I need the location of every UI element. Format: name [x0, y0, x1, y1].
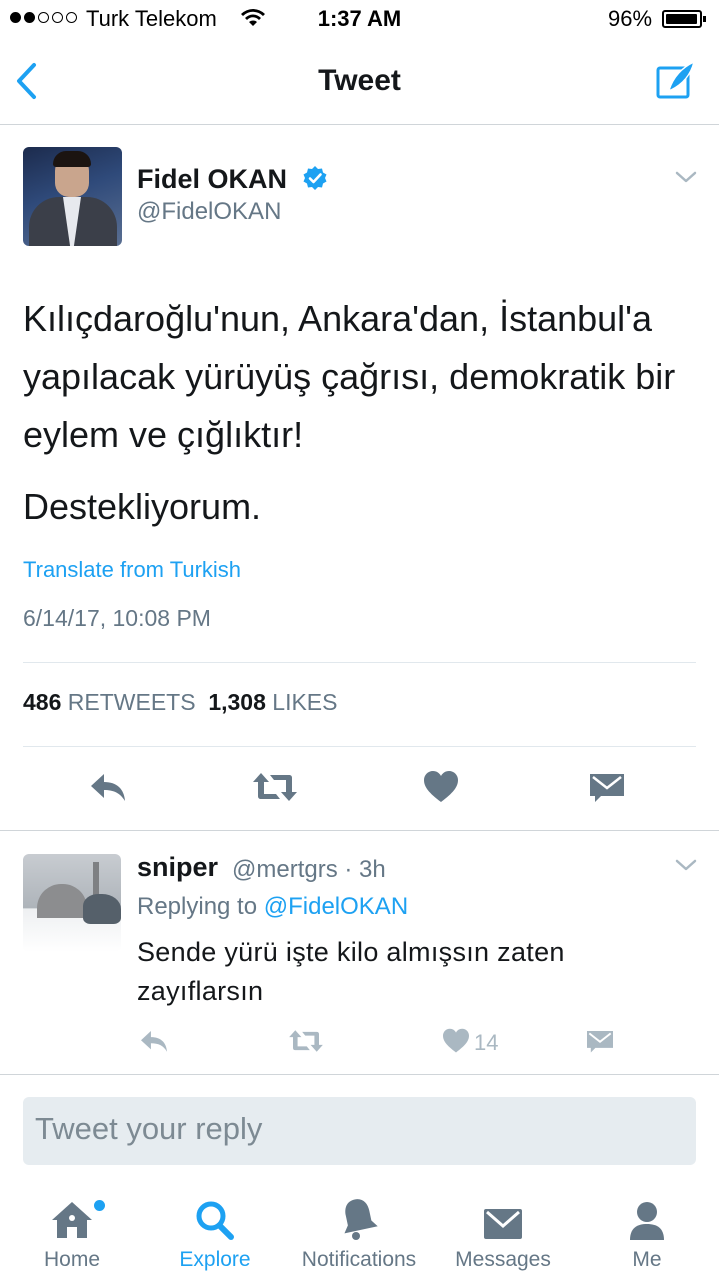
- tweet-text: Kılıçdaroğlu'nun, Ankara'dan, İstanbul'a…: [23, 290, 703, 536]
- tab-label: Home: [43, 1248, 101, 1271]
- direct-message-button[interactable]: [588, 770, 626, 809]
- compose-feather-icon: [656, 60, 696, 99]
- envelope-icon: [431, 1190, 575, 1242]
- retweet-icon: [253, 773, 297, 801]
- retweets-stat[interactable]: 486 RETWEETS: [23, 689, 196, 715]
- reply-icon: [91, 774, 125, 801]
- tweet-reply-input[interactable]: Tweet your reply: [23, 1097, 696, 1165]
- divider: [0, 1074, 719, 1075]
- divider: [23, 746, 696, 747]
- likes-label: LIKES: [272, 689, 338, 715]
- divider: [23, 662, 696, 663]
- heart-icon: [424, 771, 458, 802]
- person-icon: [575, 1190, 719, 1242]
- like-button[interactable]: [423, 770, 459, 809]
- tab-label: Notifications: [301, 1248, 417, 1271]
- envelope-icon: [587, 1031, 613, 1053]
- replying-handle-link[interactable]: @FidelOKAN: [264, 893, 408, 920]
- tweet-stats: 486 RETWEETS 1,308 LIKES: [23, 689, 338, 716]
- reply-retweet-button[interactable]: [287, 1028, 325, 1059]
- tab-home[interactable]: Home: [0, 1190, 144, 1272]
- divider: [0, 830, 719, 831]
- reply-author-avatar[interactable]: [23, 854, 121, 952]
- battery-percent: 96%: [608, 6, 653, 31]
- translate-link[interactable]: Translate from Turkish: [23, 557, 241, 583]
- retweet-button[interactable]: [252, 770, 298, 809]
- reply-dm-button[interactable]: [585, 1028, 615, 1059]
- tab-me[interactable]: Me: [575, 1190, 719, 1272]
- tab-messages[interactable]: Messages: [431, 1190, 575, 1272]
- retweet-icon: [289, 1030, 323, 1052]
- bell-icon: [287, 1190, 431, 1242]
- tab-explore[interactable]: Explore: [143, 1190, 287, 1272]
- reply-icon: [141, 1031, 167, 1052]
- reply-reply-button[interactable]: [138, 1028, 170, 1059]
- verified-badge-icon: [302, 165, 328, 196]
- reply-button[interactable]: [88, 770, 128, 809]
- chevron-down-icon: [675, 859, 697, 871]
- reply-options-button[interactable]: [675, 858, 697, 877]
- tab-label: Me: [632, 1248, 662, 1271]
- navigation-bar: Tweet: [0, 40, 719, 125]
- likes-count: 1,308: [208, 689, 266, 715]
- home-icon: [0, 1190, 144, 1242]
- heart-icon: [443, 1028, 469, 1053]
- tab-label: Messages: [455, 1248, 551, 1271]
- replying-label: Replying to: [137, 893, 258, 920]
- tab-notifications[interactable]: Notifications: [287, 1190, 431, 1272]
- home-notification-dot: [94, 1200, 105, 1211]
- likes-stat[interactable]: 1,308 LIKES: [208, 689, 337, 715]
- replying-to: Replying to @FidelOKAN: [137, 893, 408, 921]
- compose-tweet-button[interactable]: [655, 60, 697, 105]
- reply-author-name[interactable]: sniper: [137, 852, 218, 883]
- tab-label: Explore: [179, 1248, 251, 1271]
- reply-text: Sende yürü işte kilo almışsın zaten zayı…: [137, 937, 565, 1006]
- envelope-icon: [590, 774, 624, 802]
- chevron-down-icon: [675, 171, 697, 183]
- retweets-label: RETWEETS: [67, 689, 196, 715]
- battery-icon: [662, 10, 706, 28]
- reply-like-button[interactable]: [442, 1028, 470, 1059]
- tweet-timestamp: 6/14/17, 10:08 PM: [23, 605, 211, 631]
- retweets-count: 486: [23, 689, 62, 715]
- author-name[interactable]: Fidel OKAN: [137, 164, 287, 195]
- reply-author-meta: @mertgrs · 3h: [232, 856, 386, 883]
- author-handle[interactable]: @FidelOKAN: [137, 198, 281, 226]
- search-icon: [143, 1190, 287, 1242]
- tab-bar: Home Explore Notifications Messages Me: [0, 1190, 719, 1280]
- status-bar: Turk Telekom 1:37 AM 96%: [0, 0, 719, 40]
- page-title: Tweet: [318, 64, 401, 97]
- author-avatar[interactable]: [23, 147, 122, 246]
- tweet-options-button[interactable]: [675, 170, 697, 189]
- tweet-paragraph: Kılıçdaroğlu'nun, Ankara'dan, İstanbul'a…: [23, 298, 676, 455]
- tweet-paragraph: Destekliyorum.: [23, 486, 262, 527]
- reply-like-count: 14: [474, 1030, 499, 1055]
